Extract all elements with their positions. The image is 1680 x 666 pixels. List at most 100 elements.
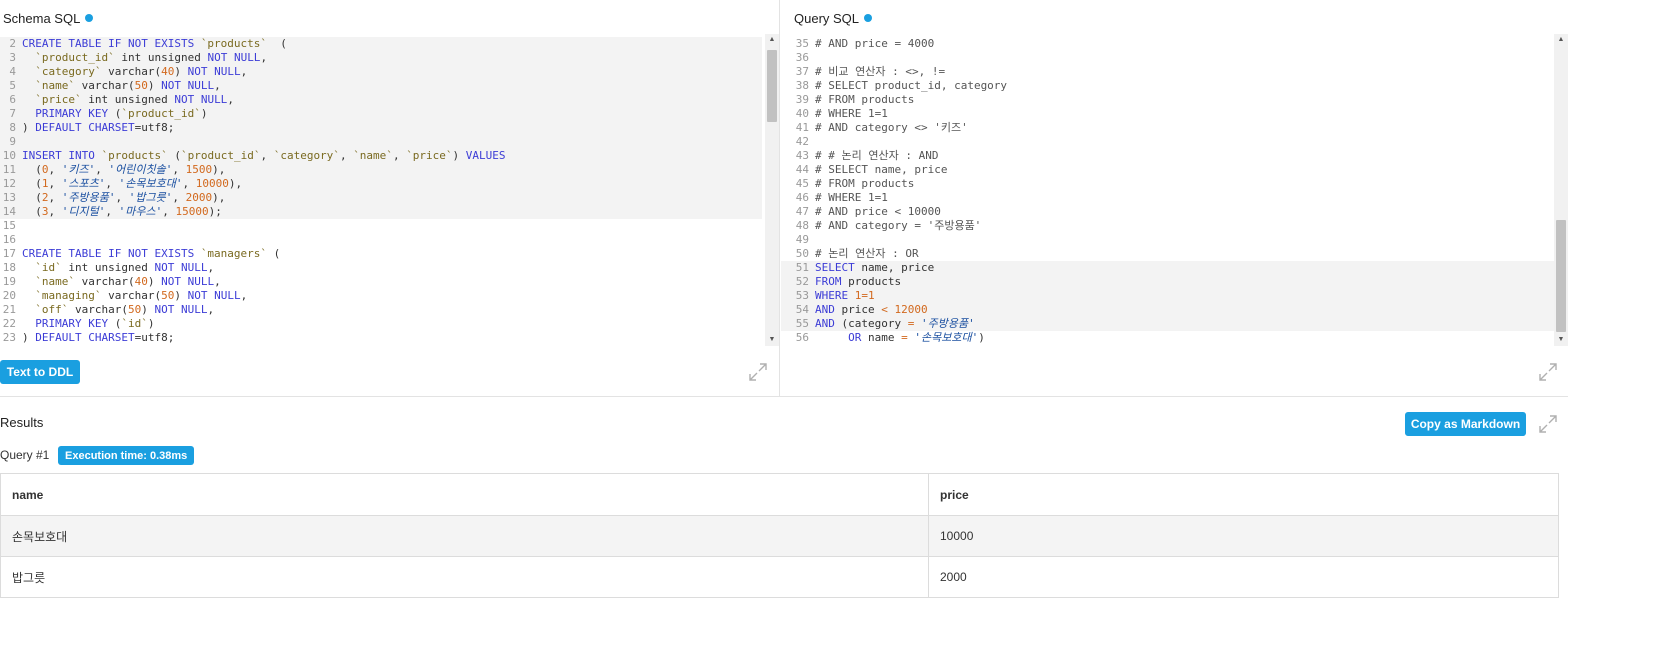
code-line[interactable]: 7 PRIMARY KEY (`product_id`) <box>0 107 762 121</box>
code-line[interactable]: 10 INSERT INTO `products` (`product_id`, … <box>0 149 762 163</box>
line-number: 44 <box>795 163 809 176</box>
code-line[interactable]: 40 # WHERE 1=1 <box>781 107 1554 121</box>
line-number: 35 <box>795 37 809 50</box>
code-text: (3, '디지털', '마우스', 15000); <box>22 205 222 218</box>
code-line[interactable]: 21 `off` varchar(50) NOT NULL, <box>0 303 762 317</box>
scroll-thumb[interactable] <box>1556 220 1566 332</box>
line-number: 14 <box>2 205 16 218</box>
code-text: FROM products <box>815 275 902 288</box>
code-line[interactable]: 52 FROM products <box>781 275 1554 289</box>
code-line[interactable]: 37 # 비교 연산자 : <>, != <box>781 65 1554 79</box>
code-line[interactable]: 35 # AND price = 4000 <box>781 37 1554 51</box>
code-line[interactable]: 54 AND price < 12000 <box>781 303 1554 317</box>
code-line[interactable]: 13 (2, '주방용품', '밥그릇', 2000), <box>0 191 762 205</box>
line-number: 45 <box>795 177 809 190</box>
line-number: 5 <box>9 79 16 92</box>
code-line[interactable]: 17 CREATE TABLE IF NOT EXISTS `managers` … <box>0 247 762 261</box>
line-number: 37 <box>795 65 809 78</box>
query-sql-pane: Query SQL 35 # AND price = 4000 36 37 # 비교 연… <box>781 0 1568 396</box>
execution-time-badge: Execution time: 0.38ms <box>58 446 195 465</box>
scroll-down-arrow-icon[interactable]: ▼ <box>765 334 779 346</box>
line-number: 36 <box>795 51 809 64</box>
code-text: `off` varchar(50) NOT NULL, <box>35 303 215 316</box>
code-text: # FROM products <box>815 177 915 190</box>
code-line[interactable]: 55 AND (category = '주방용품' <box>781 317 1554 331</box>
code-line[interactable]: 51 SELECT name, price <box>781 261 1554 275</box>
scroll-thumb[interactable] <box>767 50 777 122</box>
code-line[interactable]: 38 # SELECT product_id, category <box>781 79 1554 93</box>
query-sql-title-text: Query SQL <box>794 10 860 26</box>
code-line[interactable]: 41 # AND category <> '키즈' <box>781 121 1554 135</box>
unsaved-indicator-dot <box>85 14 94 22</box>
code-line[interactable]: 20 `managing` varchar(50) NOT NULL, <box>0 289 762 303</box>
query-sql-title: Query SQL <box>794 9 873 27</box>
code-text: ) DEFAULT CHARSET=utf8; <box>22 331 175 344</box>
table-row: 밥그릇 2000 <box>0 556 1559 598</box>
code-line[interactable]: 8) DEFAULT CHARSET=utf8; <box>0 121 762 135</box>
line-number: 11 <box>2 163 16 176</box>
code-line[interactable]: 39 # FROM products <box>781 93 1554 107</box>
code-line[interactable]: 44 # SELECT name, price <box>781 163 1554 177</box>
code-line[interactable]: 56 OR name = '손목보호대') <box>781 331 1554 345</box>
code-text: # AND price < 10000 <box>815 205 941 218</box>
line-number: 6 <box>9 93 16 106</box>
text-to-ddl-button[interactable]: Text to DDL <box>0 360 80 384</box>
code-line[interactable]: 5 `name` varchar(50) NOT NULL, <box>0 79 762 93</box>
code-line[interactable]: 18 `id` int unsigned NOT NULL, <box>0 261 762 275</box>
code-line[interactable]: 49 <box>781 233 1554 247</box>
scroll-up-arrow-icon[interactable]: ▲ <box>1554 34 1568 46</box>
copy-as-markdown-button[interactable]: Copy as Markdown <box>1405 412 1526 436</box>
code-line[interactable]: 53 WHERE 1=1 <box>781 289 1554 303</box>
code-line[interactable]: 22 PRIMARY KEY (`id`) <box>0 317 762 331</box>
code-line[interactable]: 14 (3, '디지털', '마우스', 15000); <box>0 205 762 219</box>
code-line[interactable]: 6 `price` int unsigned NOT NULL, <box>0 93 762 107</box>
code-text: # FROM products <box>815 93 915 106</box>
table-cell: 2000 <box>928 556 1559 598</box>
code-line[interactable]: 3 `product_id` int unsigned NOT NULL, <box>0 51 762 65</box>
line-number: 9 <box>9 135 16 148</box>
schema-code-editor[interactable]: 2 CREATE TABLE IF NOT EXISTS `products` (… <box>0 34 762 346</box>
table-cell: 밥그릇 <box>0 556 929 598</box>
code-line[interactable]: 23) DEFAULT CHARSET=utf8; <box>0 331 762 345</box>
line-number: 20 <box>2 289 16 302</box>
scroll-down-arrow-icon[interactable]: ▼ <box>1554 334 1568 346</box>
code-text: # AND category <> '키즈' <box>815 121 968 134</box>
query-editor-scrollbar[interactable]: ▲ ▼ <box>1554 34 1568 346</box>
code-text: `name` varchar(50) NOT NULL, <box>35 79 221 92</box>
schema-sql-pane: Schema SQL 2 CREATE TABLE IF NOT EXISTS `… <box>0 0 780 396</box>
schema-editor-scrollbar[interactable]: ▲ ▼ <box>765 34 779 346</box>
code-text: CREATE TABLE IF NOT EXISTS `products` ( <box>22 37 287 50</box>
code-line[interactable]: 12 (1, '스포츠', '손목보호대', 10000), <box>0 177 762 191</box>
query-code-editor[interactable]: 35 # AND price = 4000 36 37 # 비교 연산자 : <>, !… <box>781 34 1554 346</box>
code-line[interactable]: 19 `name` varchar(40) NOT NULL, <box>0 275 762 289</box>
line-number: 40 <box>795 107 809 120</box>
expand-icon[interactable] <box>748 362 768 382</box>
code-text: `price` int unsigned NOT NULL, <box>35 93 234 106</box>
code-line[interactable]: 2 CREATE TABLE IF NOT EXISTS `products` ( <box>0 37 762 51</box>
code-line[interactable]: 45 # FROM products <box>781 177 1554 191</box>
line-number: 56 <box>795 331 809 344</box>
table-cell: 손목보호대 <box>0 515 929 557</box>
scroll-up-arrow-icon[interactable]: ▲ <box>765 34 779 46</box>
line-number: 15 <box>2 219 16 232</box>
code-text: `managing` varchar(50) NOT NULL, <box>35 289 248 302</box>
line-number: 38 <box>795 79 809 92</box>
code-line[interactable]: 15 <box>0 219 762 233</box>
code-line[interactable]: 47 # AND price < 10000 <box>781 205 1554 219</box>
table-cell: 10000 <box>928 515 1559 557</box>
table-row: 손목보호대 10000 <box>0 515 1559 557</box>
code-line[interactable]: 36 <box>781 51 1554 65</box>
code-line[interactable]: 43 # # 논리 연산자 : AND <box>781 149 1554 163</box>
code-line[interactable]: 42 <box>781 135 1554 149</box>
code-line[interactable]: 48 # AND category = '주방용품' <box>781 219 1554 233</box>
code-line[interactable]: 11 (0, '키즈', '어린이칫솔', 1500), <box>0 163 762 177</box>
code-line[interactable]: 50 # 논리 연산자 : OR <box>781 247 1554 261</box>
code-line[interactable]: 4 `category` varchar(40) NOT NULL, <box>0 65 762 79</box>
line-number: 4 <box>9 65 16 78</box>
code-line[interactable]: 46 # WHERE 1=1 <box>781 191 1554 205</box>
code-line[interactable]: 16 <box>0 233 762 247</box>
expand-icon[interactable] <box>1538 362 1558 382</box>
line-number: 43 <box>795 149 809 162</box>
expand-icon[interactable] <box>1538 414 1558 434</box>
code-line[interactable]: 9 <box>0 135 762 149</box>
